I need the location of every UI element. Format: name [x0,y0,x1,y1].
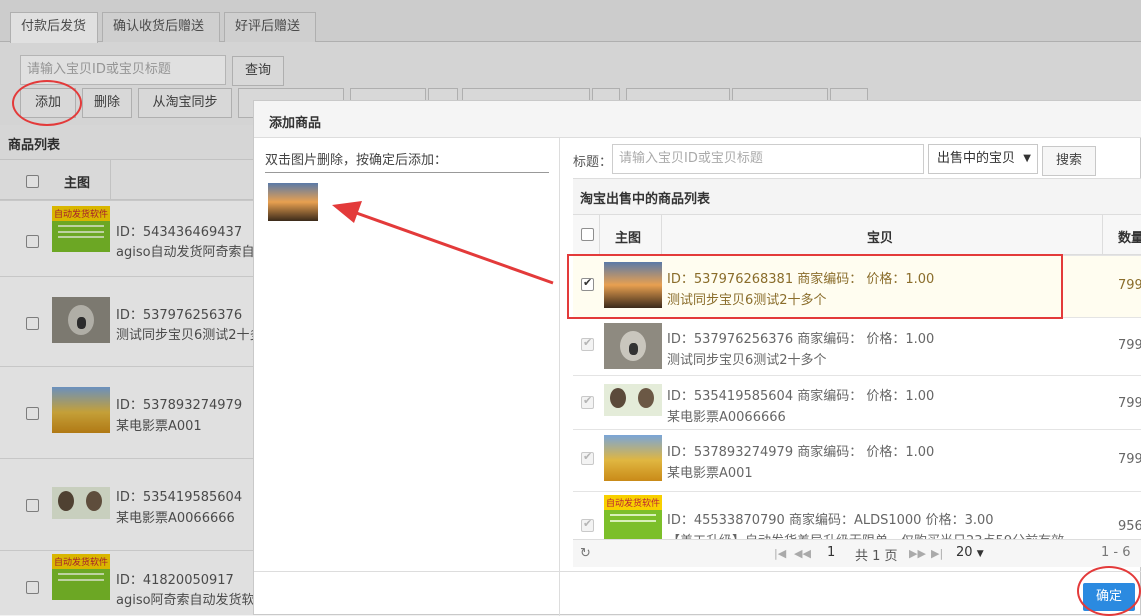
selected-hint: 双击图片删除，按确定后添加： [265,153,448,168]
row-info: ID：535419585604 商家编码： 价格：1.00 [667,389,935,404]
title-search-input[interactable]: 请输入宝贝ID或宝贝标题 [612,144,924,174]
row-checkbox[interactable] [581,394,594,409]
grid-select-all-checkbox[interactable] [581,228,594,241]
tulip-thumbnail [604,435,662,481]
table-row[interactable]: 自动发货软件 ID：45533870790 商家编码：ALDS1000 价格：3… [573,491,1141,539]
footer-divider [254,571,1141,572]
page-range: 1 - 6 [1101,545,1131,560]
status-select-value: 出售中的宝贝 [937,151,1016,166]
table-row[interactable]: ID：537976256376 商家编码： 价格：1.00 测试同步宝贝6测试2… [573,317,1141,375]
column-divider [661,215,662,255]
hint-divider [265,172,549,173]
next-page-icon[interactable]: ▶▶ [909,547,926,560]
grid-col-qty: 数量 [1118,231,1141,246]
refresh-icon[interactable]: ↻ [580,546,591,561]
product-thumbnail: 自动发货软件 [604,495,662,539]
annotation-arrow [332,201,554,285]
row-qty: 799 [1118,278,1141,293]
row-title: 某电影票A0066666 [667,410,786,425]
row-qty: 799 [1118,338,1141,353]
page-size-select[interactable]: 20 ▼ [956,545,984,560]
first-page-icon[interactable]: |◀ [774,547,786,560]
row-checkbox[interactable] [581,336,594,351]
column-divider [599,215,600,255]
anime-thumbnail [604,384,662,416]
pager-bar: ↻ |◀ ◀◀ 1 共 1 页 ▶▶ ▶| 20 ▼ 1 - 6 [573,539,1141,567]
row-title: 某电影票A001 [667,466,753,481]
row-qty: 799 [1118,396,1141,411]
status-select[interactable]: 出售中的宝贝 ▼ [928,144,1038,174]
row-info: ID：45533870790 商家编码：ALDS1000 价格：3.00 [667,513,994,528]
row-qty: 799 [1118,452,1141,467]
chevron-down-icon: ▼ [1023,153,1031,164]
annotation-box-row [567,254,1063,319]
chevron-down-icon: ▼ [976,549,984,559]
annotation-circle-add [12,80,82,126]
row-qty: 956 [1118,519,1141,534]
page-number[interactable]: 1 [827,545,835,560]
page-total: 共 1 页 [855,549,898,564]
selected-product-thumbnail[interactable] [268,183,318,221]
search-button[interactable]: 搜索 [1042,146,1096,176]
grid-col-item: 宝贝 [867,231,894,246]
row-checkbox[interactable] [581,450,594,465]
grid-col-img: 主图 [615,231,642,246]
row-info: ID：537976256376 商家编码： 价格：1.00 [667,332,935,347]
page-size-value: 20 [956,545,973,560]
table-row[interactable]: ID：535419585604 商家编码： 价格：1.00 某电影票A00666… [573,375,1141,429]
table-row[interactable]: ID：537893274979 商家编码： 价格：1.00 某电影票A001 7… [573,429,1141,491]
row-title: 【美工升级】自动发货差异升级无限单，仅购买当日23点59分前有效 [667,530,1064,539]
annotation-circle-confirm [1077,566,1141,616]
last-page-icon[interactable]: ▶| [931,547,943,560]
grid-header: 主图 宝贝 数量 [573,214,1141,255]
koala-thumbnail [604,323,662,369]
title-label: 标题： [573,155,613,170]
row-checkbox[interactable] [581,517,594,532]
column-divider [1102,215,1103,255]
list-title: 淘宝出售中的商品列表 [573,178,1141,214]
thumb-label: 自动发货软件 [604,495,662,510]
dialog-title: 添加商品 [254,101,1141,138]
row-info: ID：537893274979 商家编码： 价格：1.00 [667,445,935,460]
prev-page-icon[interactable]: ◀◀ [794,547,811,560]
row-title: 测试同步宝贝6测试2十多个 [667,353,827,368]
